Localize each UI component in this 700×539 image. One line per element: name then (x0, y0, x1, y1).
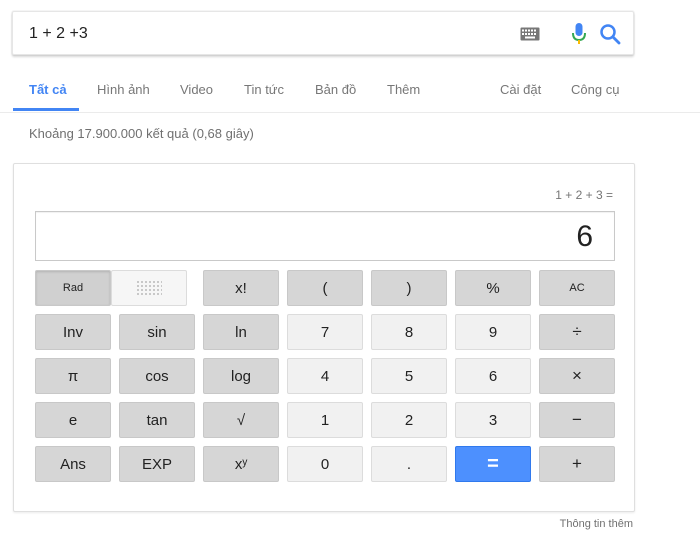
rad-button[interactable]: Rad (35, 270, 111, 306)
search-icon[interactable] (599, 23, 621, 45)
search-input[interactable] (29, 24, 489, 44)
tab-all[interactable]: Tất cả (29, 82, 67, 97)
divide-button[interactable]: ÷ (539, 314, 615, 350)
cos-button[interactable]: cos (119, 358, 195, 394)
percent-button[interactable]: % (455, 270, 531, 306)
search-box (12, 11, 634, 55)
search-tabs: Tất cả Hình ảnh Video Tin tức Bản đồ Thê… (0, 66, 700, 113)
close-paren-button[interactable]: ) (371, 270, 447, 306)
plus-button[interactable]: + (539, 446, 615, 482)
digit-9-button[interactable]: 9 (455, 314, 531, 350)
deg-toggle[interactable] (111, 270, 187, 306)
microphone-icon[interactable] (571, 22, 587, 46)
tab-tools[interactable]: Công cụ (571, 82, 619, 97)
digit-3-button[interactable]: 3 (455, 402, 531, 438)
calculator-card: 1 + 2 + 3 = 6 Rad x! ( ) % AC Inv sin ln… (13, 163, 635, 512)
pi-button[interactable]: π (35, 358, 111, 394)
sin-button[interactable]: sin (119, 314, 195, 350)
e-button[interactable]: e (35, 402, 111, 438)
tab-settings[interactable]: Cài đặt (500, 82, 541, 97)
power-button[interactable]: xʸ (203, 446, 279, 482)
digit-8-button[interactable]: 8 (371, 314, 447, 350)
active-tab-indicator (13, 108, 79, 111)
digit-1-button[interactable]: 1 (287, 402, 363, 438)
digit-5-button[interactable]: 5 (371, 358, 447, 394)
ans-button[interactable]: Ans (35, 446, 111, 482)
ln-button[interactable]: ln (203, 314, 279, 350)
exp-button[interactable]: EXP (119, 446, 195, 482)
calculator-display: 6 (35, 211, 615, 261)
tab-video[interactable]: Video (180, 82, 213, 97)
digit-4-button[interactable]: 4 (287, 358, 363, 394)
log-button[interactable]: log (203, 358, 279, 394)
digit-6-button[interactable]: 6 (455, 358, 531, 394)
result-stats: Khoảng 17.900.000 kết quả (0,68 giây) (29, 126, 254, 141)
tab-images[interactable]: Hình ảnh (97, 82, 150, 97)
multiply-button[interactable]: × (539, 358, 615, 394)
display-value: 6 (576, 220, 593, 253)
sqrt-button[interactable]: √ (203, 402, 279, 438)
dot-grid-icon (136, 280, 162, 296)
digit-2-button[interactable]: 2 (371, 402, 447, 438)
open-paren-button[interactable]: ( (287, 270, 363, 306)
decimal-button[interactable]: . (371, 446, 447, 482)
tan-button[interactable]: tan (119, 402, 195, 438)
inv-button[interactable]: Inv (35, 314, 111, 350)
factorial-button[interactable]: x! (203, 270, 279, 306)
tab-news[interactable]: Tin tức (244, 82, 284, 97)
digit-0-button[interactable]: 0 (287, 446, 363, 482)
more-info-link[interactable]: Thông tin thêm (560, 518, 633, 530)
tab-more[interactable]: Thêm (387, 82, 420, 97)
digit-7-button[interactable]: 7 (287, 314, 363, 350)
tab-maps[interactable]: Bản đồ (315, 82, 356, 97)
equals-button[interactable]: = (455, 446, 531, 482)
all-clear-button[interactable]: AC (539, 270, 615, 306)
minus-button[interactable]: − (539, 402, 615, 438)
keyboard-icon[interactable] (520, 27, 540, 41)
calculation-history: 1 + 2 + 3 = (555, 188, 613, 202)
